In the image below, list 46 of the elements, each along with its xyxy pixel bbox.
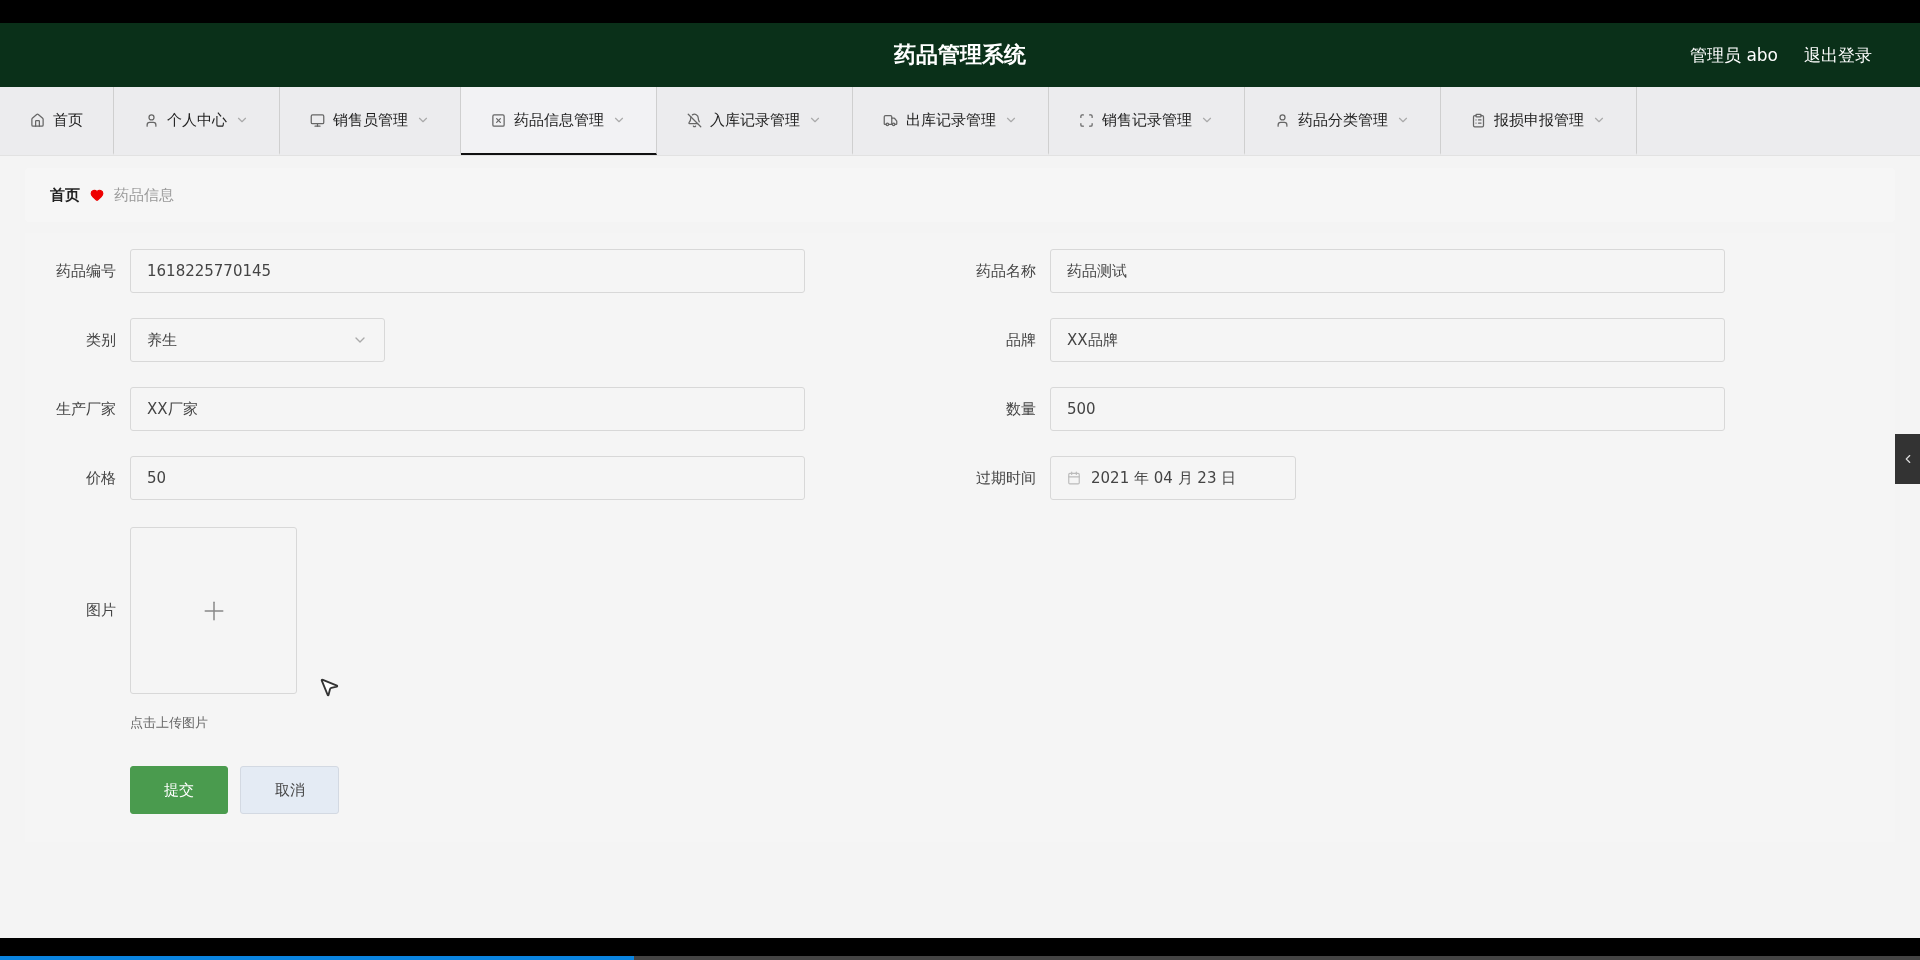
user-icon	[1275, 112, 1290, 128]
nav-tab[interactable]: 销售记录管理	[1049, 87, 1245, 155]
upload-hint: 点击上传图片	[130, 715, 208, 730]
cancel-button[interactable]: 取消	[240, 766, 339, 814]
nav-tab[interactable]: 报损申报管理	[1441, 87, 1637, 155]
field-label: 数量	[1005, 399, 1036, 419]
video-progress-track[interactable]	[0, 956, 1920, 960]
field-label: 图片	[85, 601, 116, 620]
nav-tab[interactable]: 药品信息管理	[461, 87, 657, 155]
nav-tab[interactable]: 首页	[0, 87, 114, 155]
breadcrumb-item: 药品信息	[114, 185, 174, 205]
bell-off-icon	[687, 112, 702, 128]
date-field[interactable]: 2021 年 04 月 23 日	[1050, 456, 1296, 500]
monitor-icon	[310, 112, 325, 128]
input-field[interactable]: 50	[130, 456, 805, 500]
input-field[interactable]: XX厂家	[130, 387, 805, 431]
breadcrumb-item[interactable]: 首页	[50, 185, 80, 205]
truck-icon	[883, 112, 898, 128]
nav-tab[interactable]: 出库记录管理	[853, 87, 1049, 155]
select-field[interactable]: 养生	[130, 318, 385, 362]
image-upload[interactable]	[130, 527, 297, 694]
input-field[interactable]: 500	[1050, 387, 1725, 431]
home-icon	[30, 112, 45, 128]
field-label: 生产厂家	[55, 399, 116, 419]
field-label: 过期时间	[975, 468, 1036, 488]
nav-tab[interactable]: 入库记录管理	[657, 87, 853, 155]
clipboard-icon	[1471, 112, 1486, 128]
input-field[interactable]: 1618225770145	[130, 249, 805, 293]
logout-link[interactable]: 退出登录	[1804, 43, 1872, 67]
field-label: 价格	[85, 468, 116, 488]
field-label: 药品名称	[975, 261, 1036, 281]
input-field[interactable]: XX品牌	[1050, 318, 1725, 362]
user-name: 管理员 abo	[1690, 43, 1778, 67]
calendar-icon	[1067, 471, 1081, 485]
app-title: 药品管理系统	[894, 40, 1026, 69]
field-label: 品牌	[1005, 330, 1036, 350]
box-icon	[491, 112, 506, 128]
frame-icon	[1079, 112, 1094, 128]
user-icon	[144, 112, 159, 128]
collapse-button[interactable]	[1895, 434, 1920, 484]
field-label: 药品编号	[55, 261, 116, 281]
heart-icon	[90, 188, 104, 202]
field-label: 类别	[85, 330, 116, 350]
nav-tab[interactable]: 个人中心	[114, 87, 280, 155]
input-field[interactable]: 药品测试	[1050, 249, 1725, 293]
nav-tab[interactable]: 药品分类管理	[1245, 87, 1441, 155]
